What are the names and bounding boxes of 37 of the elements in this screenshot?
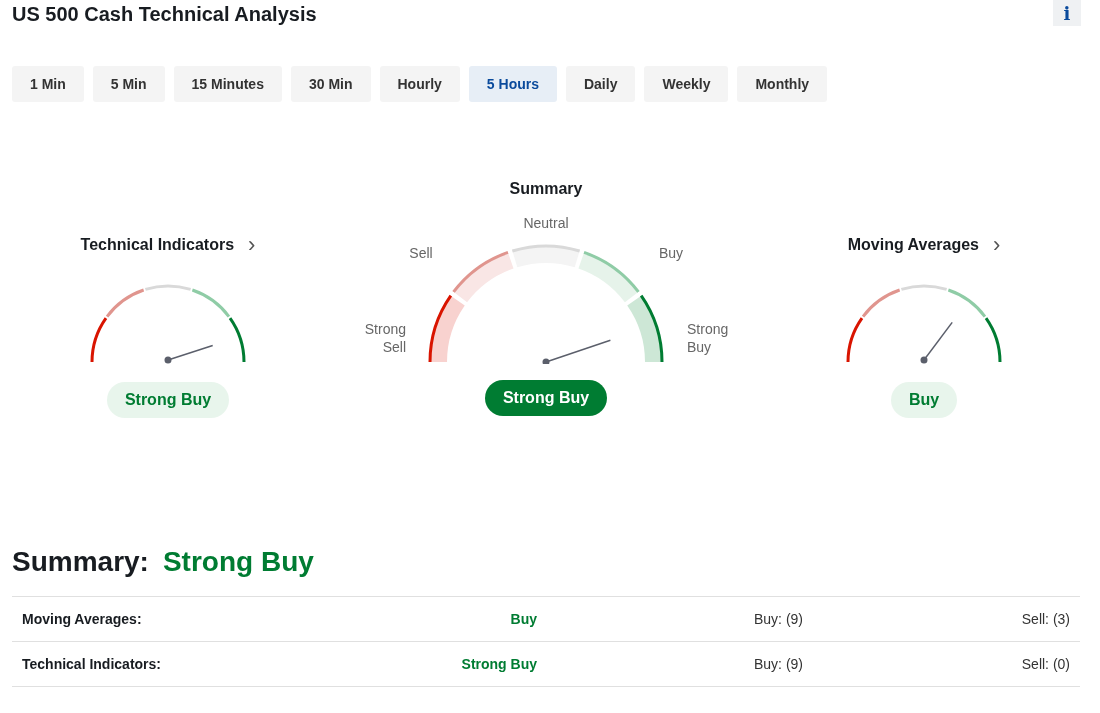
verdict-badge: Strong Buy bbox=[484, 380, 608, 416]
info-button[interactable]: i bbox=[1053, 0, 1081, 26]
page-title: US 500 Cash Technical Analysis bbox=[12, 2, 317, 26]
timeframe-tab[interactable]: 5 Hours bbox=[468, 66, 557, 102]
scale-label: Strong Buy bbox=[687, 321, 729, 355]
scale-label: Neutral bbox=[523, 215, 569, 231]
timeframe-tab[interactable]: 5 Min bbox=[92, 66, 165, 102]
row-label: Moving Averages: bbox=[22, 611, 143, 627]
scale-label: Sell bbox=[409, 245, 433, 261]
gauge-title: Moving Averages bbox=[847, 236, 979, 254]
summary-label: Summary: bbox=[12, 546, 149, 578]
chevron-link[interactable]: › bbox=[248, 237, 256, 253]
sell-count: Sell: (0) bbox=[1020, 656, 1070, 672]
verdict-badge: Strong Buy bbox=[106, 382, 230, 418]
timeframe-tab[interactable]: Monthly bbox=[737, 66, 828, 102]
verdict-badge: Buy bbox=[890, 382, 958, 418]
gauge-needle bbox=[920, 321, 953, 364]
timeframe-tab[interactable]: 15 Minutes bbox=[173, 66, 282, 102]
scale-label: Buy bbox=[658, 245, 684, 261]
sell-count: Sell: (3) bbox=[1020, 611, 1070, 627]
timeframe-tab[interactable]: 30 Min bbox=[290, 66, 371, 102]
chevron-link[interactable]: › bbox=[993, 237, 1001, 253]
scale-label: Strong Sell bbox=[364, 321, 406, 355]
timeframe-tab[interactable]: Hourly bbox=[379, 66, 460, 102]
buy-count: Buy: (9) bbox=[753, 656, 803, 672]
timeframe-tab[interactable]: Weekly bbox=[644, 66, 729, 102]
row-verdict: Strong Buy bbox=[460, 656, 537, 672]
gauge-needle bbox=[542, 339, 612, 364]
summary-verdict: Strong Buy bbox=[162, 546, 314, 578]
row-verdict: Buy bbox=[509, 611, 537, 627]
timeframe-tab[interactable]: Daily bbox=[565, 66, 636, 102]
timeframe-tab[interactable]: 1 Min bbox=[12, 66, 84, 102]
gauge-title: Summary bbox=[509, 180, 583, 198]
row-label: Technical Indicators: bbox=[22, 656, 162, 672]
gauge-title: Technical Indicators bbox=[80, 236, 235, 254]
buy-count: Buy: (9) bbox=[753, 611, 803, 627]
gauge-needle bbox=[164, 344, 214, 364]
